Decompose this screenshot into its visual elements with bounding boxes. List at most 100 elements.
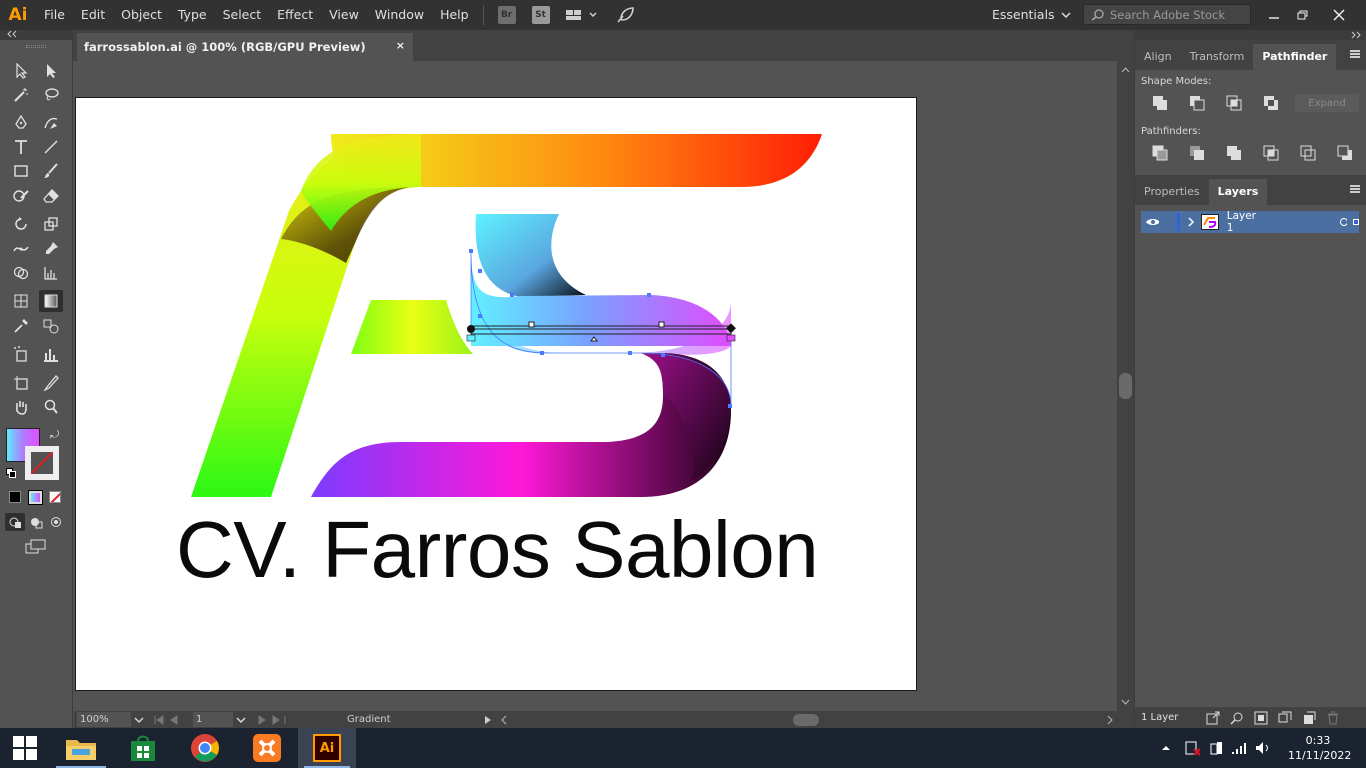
new-layer-icon[interactable] [1302,711,1316,725]
rotate-tool[interactable] [9,213,33,235]
menu-type[interactable]: Type [170,0,215,30]
selection-indicator[interactable] [1353,219,1359,225]
clock[interactable]: 0:33 11/11/2022 [1288,733,1351,763]
column-graph-tool[interactable] [39,343,63,365]
close-tab-icon[interactable]: × [396,39,405,52]
direct-selection-tool[interactable] [39,60,63,82]
none-mode-button[interactable] [49,491,61,503]
intersect-button[interactable] [1215,92,1252,114]
stock-button[interactable]: St [530,6,552,24]
curvature-tool[interactable] [39,112,63,134]
taskbar-chrome[interactable] [174,728,236,768]
menu-view[interactable]: View [321,0,367,30]
screen-mode-button[interactable] [24,537,48,557]
vertical-scroll-thumb[interactable] [1119,373,1132,399]
vertical-scrollbar[interactable] [1117,61,1134,711]
divide-button[interactable] [1141,142,1178,164]
artboard[interactable]: CV. Farros Sablon [75,97,917,691]
battery-icon[interactable] [1208,740,1224,756]
draw-inside-button[interactable] [46,513,66,531]
zoom-tool[interactable] [39,396,63,418]
start-button[interactable] [0,728,50,768]
locate-object-icon[interactable] [1230,711,1244,725]
dock-header[interactable] [1135,30,1366,40]
tab-layers[interactable]: Layers [1208,179,1268,205]
gradient-mode-button[interactable] [29,491,42,504]
line-segment-tool[interactable] [39,136,63,158]
stroke-swatch[interactable] [25,446,59,480]
status-menu-icon[interactable] [483,715,493,725]
symbol-sprayer-tool[interactable] [9,343,33,365]
magic-wand-tool[interactable] [9,84,33,106]
horizontal-scroll-thumb[interactable] [792,713,819,726]
puppet-warp-tool[interactable] [39,238,63,260]
zoom-dropdown-icon[interactable] [133,716,145,724]
volume-icon[interactable] [1254,740,1272,756]
eraser-tool[interactable] [39,185,63,207]
menu-edit[interactable]: Edit [73,0,113,30]
tab-pathfinder[interactable]: Pathfinder [1253,44,1337,70]
eyedropper-tool[interactable] [9,315,33,337]
export-assets-icon[interactable] [1206,711,1220,725]
menu-effect[interactable]: Effect [269,0,321,30]
minus-front-button[interactable] [1178,92,1215,114]
trim-button[interactable] [1178,142,1215,164]
arrange-documents-button[interactable] [564,6,600,24]
target-icon[interactable] [1339,217,1348,227]
menu-file[interactable]: File [36,0,73,30]
next-last-artboard-icon[interactable] [253,714,289,725]
slice-tool[interactable] [39,372,63,394]
crop-button[interactable] [1252,142,1289,164]
clipping-mask-icon[interactable] [1254,711,1268,725]
first-prev-artboard-icon[interactable] [151,714,191,725]
menu-help[interactable]: Help [432,0,477,30]
taskbar-file-explorer[interactable] [50,728,112,768]
blend-tool[interactable] [39,315,63,337]
menu-window[interactable]: Window [367,0,432,30]
lasso-tool[interactable] [39,84,63,106]
mesh-tool[interactable] [9,290,33,312]
zoom-field[interactable]: 100% [77,712,131,727]
network-disconnected-icon[interactable] [1184,740,1202,756]
paintbrush-tool[interactable] [39,160,63,182]
exclude-button[interactable] [1252,92,1289,114]
tab-transform[interactable]: Transform [1181,44,1254,70]
taskbar-illustrator[interactable]: Ai [298,728,356,768]
tools-panel-header[interactable] [0,30,72,40]
bridge-button[interactable]: Br [496,6,518,24]
draw-behind-button[interactable] [26,513,46,531]
live-paint-bucket-tool[interactable] [39,262,63,284]
stock-search-input[interactable]: Search Adobe Stock [1083,4,1251,25]
default-fill-stroke-button[interactable] [6,468,16,478]
restore-button[interactable] [1288,0,1318,30]
eye-icon[interactable] [1145,217,1160,227]
minimize-button[interactable] [1259,0,1289,30]
artboard-number-field[interactable]: 1 [193,712,233,727]
minus-back-button[interactable] [1326,142,1363,164]
artboard-tool[interactable] [9,372,33,394]
selection-tool[interactable] [9,60,33,82]
color-mode-button[interactable] [9,491,21,503]
scale-tool[interactable] [39,213,63,235]
document-tab[interactable]: farrossablon.ai @ 100% (RGB/GPU Preview)… [77,33,413,61]
new-sublayer-icon[interactable] [1278,711,1292,725]
draw-normal-button[interactable] [5,513,25,531]
tab-properties[interactable]: Properties [1135,179,1209,205]
rectangle-tool[interactable] [9,160,33,182]
pen-tool[interactable] [9,112,33,134]
menu-select[interactable]: Select [215,0,270,30]
close-window-button[interactable] [1324,0,1354,30]
wifi-signal-icon[interactable] [1230,740,1248,756]
expand-button[interactable]: Expand [1295,94,1359,112]
menu-object[interactable]: Object [113,0,170,30]
outline-button[interactable] [1289,142,1326,164]
scroll-left-icon[interactable] [499,715,509,725]
layer-row[interactable]: Layer 1 [1141,210,1359,234]
swap-fill-stroke-icon[interactable]: ⤾ [50,428,59,442]
taskbar-xampp[interactable] [236,728,298,768]
logo-artwork[interactable] [76,98,918,692]
gradient-tool[interactable] [39,290,63,312]
hand-tool[interactable] [9,396,33,418]
scroll-down-icon[interactable] [1117,696,1134,708]
taskbar-store[interactable] [112,728,174,768]
